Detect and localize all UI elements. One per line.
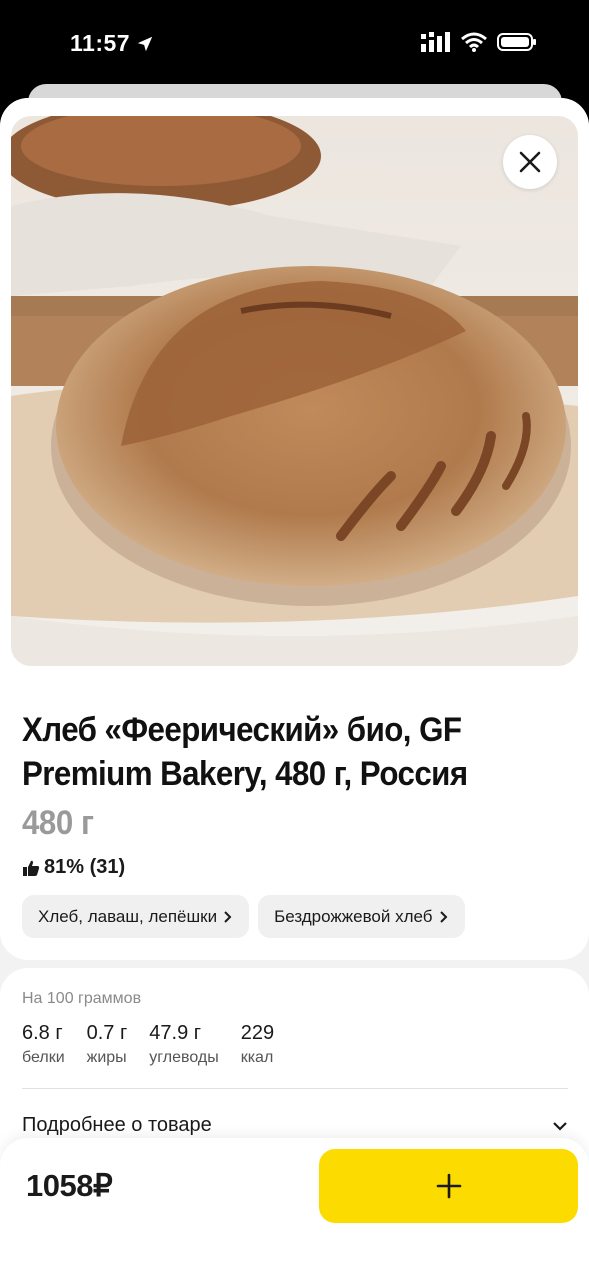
- details-label: Подробнее о товаре: [22, 1114, 212, 1136]
- add-to-cart-button[interactable]: [319, 1149, 578, 1223]
- status-bar: 11:57: [0, 0, 589, 84]
- status-icons: [421, 32, 537, 52]
- status-time: 11:57: [70, 30, 154, 57]
- nutrition-protein: 6.8 г белки: [22, 1022, 65, 1067]
- nutrition-label: жиры: [86, 1049, 127, 1066]
- nutrition-label: углеводы: [149, 1049, 219, 1066]
- nutrition-value: 229: [240, 1022, 275, 1044]
- details-toggle[interactable]: Подробнее о товаре: [22, 1114, 568, 1137]
- purchase-bar: 1058₽: [0, 1138, 589, 1280]
- chevron-right-icon: [224, 910, 232, 923]
- battery-icon: [497, 33, 536, 51]
- nutrition-label: ккал: [240, 1049, 274, 1066]
- product-price: 1058₽: [26, 1168, 113, 1203]
- category-chips: Хлеб, лаваш, лепёшки Бездрожжевой хлеб: [22, 895, 465, 938]
- signal-icon: [421, 32, 450, 52]
- plus-icon: [436, 1173, 461, 1199]
- product-sheet: Хлеб «Феерический» био, GF Premium Baker…: [0, 98, 589, 1280]
- category-chip-bread[interactable]: Хлеб, лаваш, лепёшки: [22, 895, 250, 938]
- nutrition-value: 0.7 г: [86, 1022, 128, 1044]
- divider: [22, 1088, 568, 1089]
- category-chip-yeastfree[interactable]: Бездрожжевой хлеб: [258, 895, 465, 938]
- nutrition-values: 6.8 г белки 0.7 г жиры 47.9 г углеводы 2…: [22, 1022, 274, 1067]
- product-rating[interactable]: 81% (31): [22, 856, 125, 879]
- time-text: 11:57: [70, 30, 131, 56]
- product-title: Хлеб «Феерический» био, GF Premium Baker…: [22, 711, 468, 793]
- close-button[interactable]: [503, 135, 557, 189]
- location-arrow-icon: [137, 36, 153, 51]
- nutrition-value: 6.8 г: [22, 1022, 63, 1044]
- product-weight: 480 г: [22, 804, 94, 842]
- chip-label: Бездрожжевой хлеб: [274, 906, 433, 926]
- chevron-down-icon: [553, 1121, 567, 1131]
- nutrition-carbs: 47.9 г углеводы: [149, 1022, 218, 1067]
- nutrition-kcal: 229 ккал: [241, 1022, 274, 1067]
- nutrition-header: На 100 граммов: [22, 990, 142, 1007]
- product-card: Хлеб «Феерический» био, GF Premium Baker…: [0, 98, 589, 960]
- rating-text: 81% (31): [44, 856, 126, 878]
- nutrition-label: белки: [22, 1049, 65, 1066]
- chip-label: Хлеб, лаваш, лепёшки: [38, 906, 218, 926]
- nutrition-fat: 0.7 г жиры: [87, 1022, 128, 1067]
- chevron-right-icon: [439, 910, 447, 923]
- thumbs-up-icon: [23, 860, 40, 876]
- wifi-icon: [461, 32, 487, 52]
- product-photo: [11, 116, 578, 666]
- close-icon: [519, 151, 541, 173]
- nutrition-value: 47.9 г: [149, 1022, 202, 1044]
